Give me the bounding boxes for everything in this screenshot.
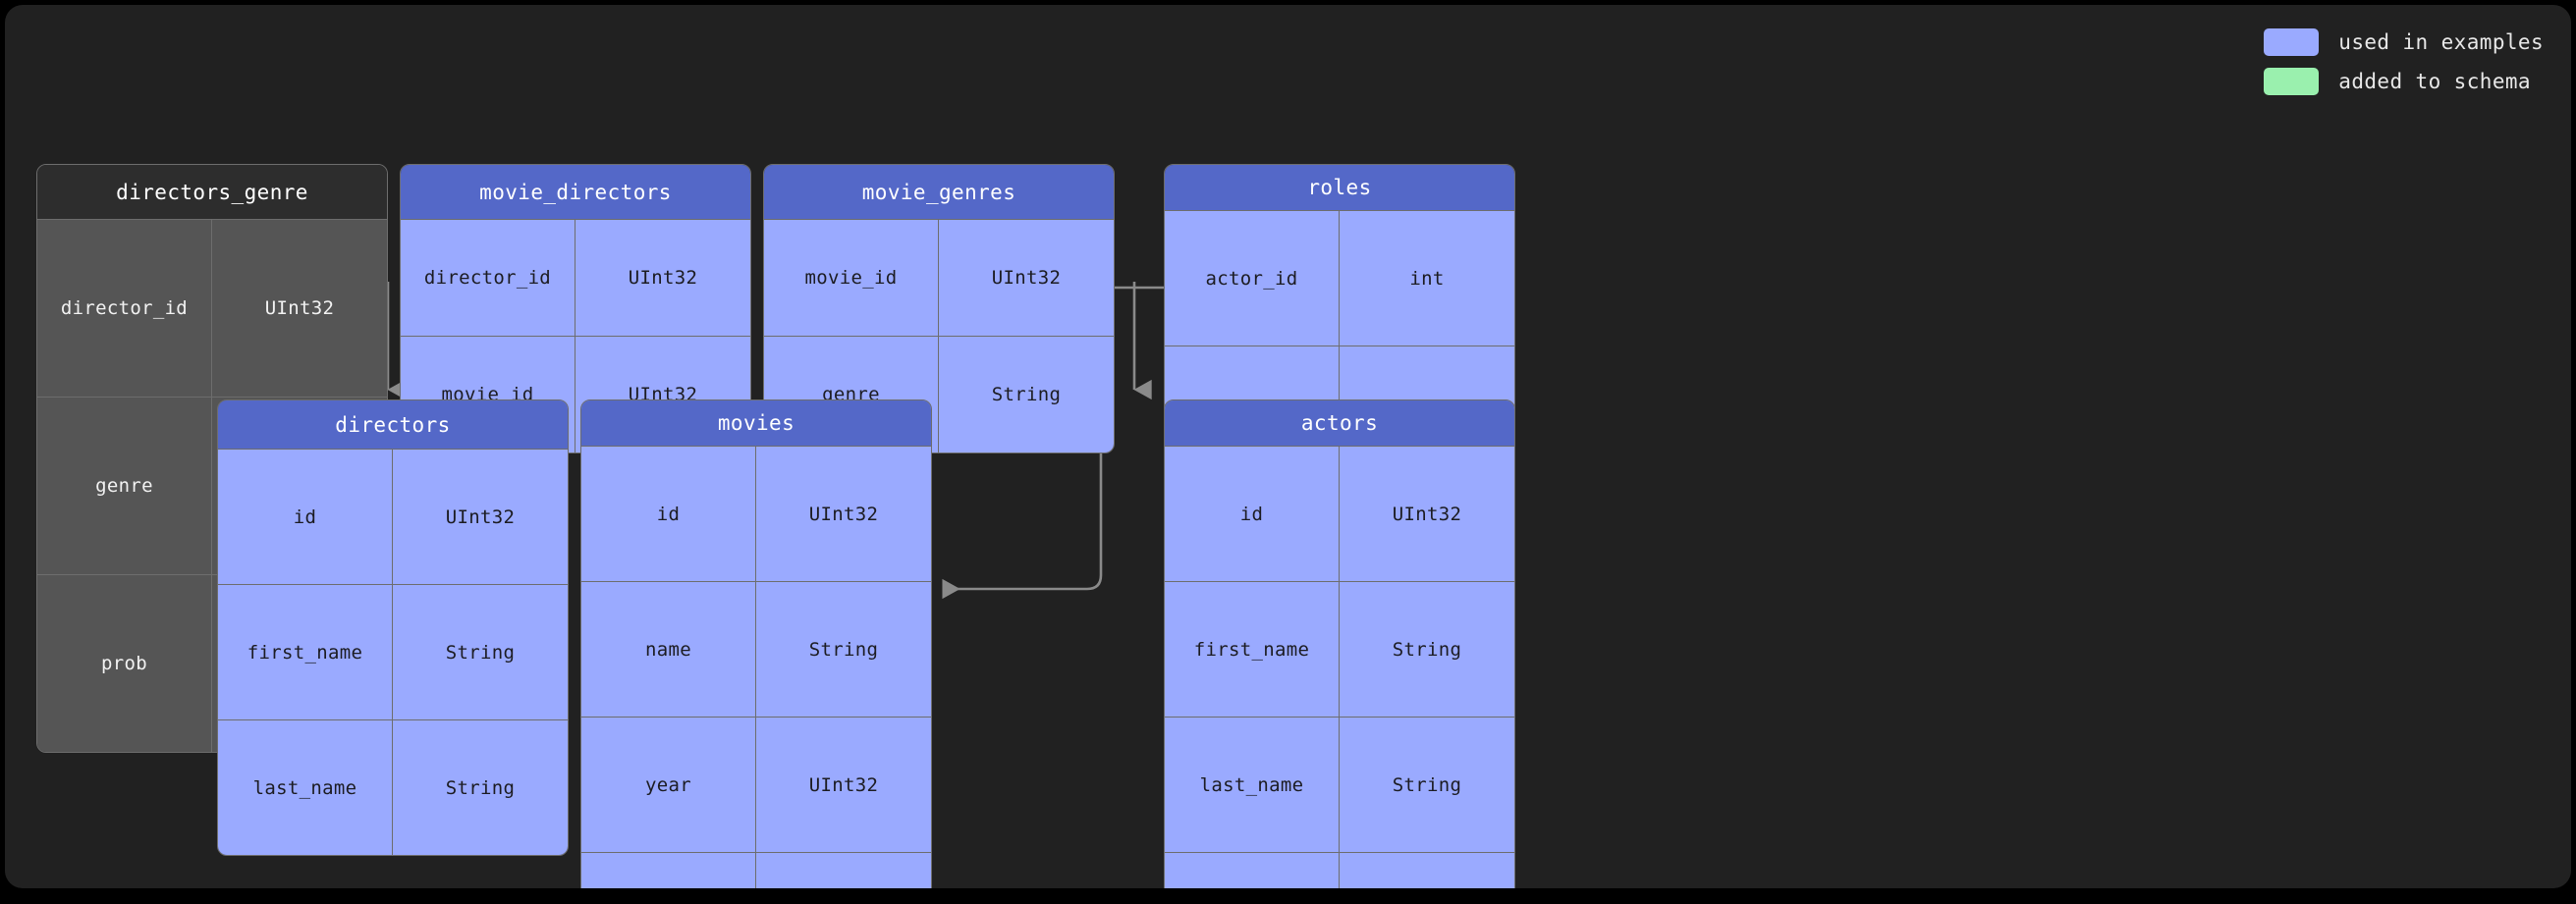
column-type-cell: UInt32 — [756, 718, 931, 852]
table-card-movies[interactable]: moviesidUInt32nameStringyearUInt32rankFl… — [580, 399, 932, 888]
column-type-cell: String — [393, 720, 568, 855]
legend-item-used-in-examples: used in examples — [2264, 28, 2544, 56]
column-type-cell: UInt32 — [575, 220, 750, 336]
table-row[interactable]: actor_idint — [1165, 210, 1514, 346]
column-type-cell: UInt32 — [212, 220, 387, 397]
table-title-movie_directors: movie_directors — [401, 165, 750, 219]
table-row[interactable]: rankFloat32 — [581, 852, 931, 888]
diagram-canvas: used in examples added to schema directo… — [5, 5, 2571, 888]
column-type-cell: UInt32 — [393, 450, 568, 584]
table-rows-directors: idUInt32first_nameStringlast_nameString — [218, 449, 568, 855]
column-type-cell: String — [1340, 718, 1514, 852]
column-type-cell: int — [1340, 211, 1514, 346]
column-type-cell: String — [1340, 582, 1514, 717]
table-row[interactable]: first_nameString — [218, 584, 568, 719]
legend-label-used-in-examples: used in examples — [2338, 30, 2544, 54]
column-name-cell: id — [1165, 447, 1340, 581]
table-row[interactable]: genderFixedString(1) — [1165, 852, 1514, 888]
column-type-cell: UInt32 — [1340, 447, 1514, 581]
column-name-cell: genre — [37, 398, 212, 574]
table-title-movie_genres: movie_genres — [764, 165, 1114, 219]
column-name-cell: name — [581, 582, 756, 717]
table-row[interactable]: idUInt32 — [581, 446, 931, 581]
table-row[interactable]: idUInt32 — [1165, 446, 1514, 581]
column-type-cell: Float32 — [756, 853, 931, 888]
column-type-cell: String — [939, 337, 1114, 452]
table-title-directors_genre: directors_genre — [37, 165, 387, 219]
table-row[interactable]: idUInt32 — [218, 449, 568, 584]
column-name-cell: year — [581, 718, 756, 852]
column-type-cell: UInt32 — [939, 220, 1114, 336]
table-title-movies: movies — [581, 400, 931, 446]
column-name-cell: gender — [1165, 853, 1340, 888]
table-card-directors[interactable]: directorsidUInt32first_nameStringlast_na… — [217, 399, 569, 856]
column-name-cell: id — [218, 450, 393, 584]
column-name-cell: rank — [581, 853, 756, 888]
table-rows-actors: idUInt32first_nameStringlast_nameStringg… — [1165, 446, 1514, 888]
column-type-cell: String — [756, 582, 931, 717]
legend-item-added-to-schema: added to schema — [2264, 68, 2531, 95]
column-name-cell: prob — [37, 575, 212, 752]
column-name-cell: movie_id — [764, 220, 939, 336]
table-row[interactable]: movie_idUInt32 — [764, 219, 1114, 336]
column-name-cell: first_name — [218, 585, 393, 719]
table-row[interactable]: first_nameString — [1165, 581, 1514, 717]
column-name-cell: director_id — [37, 220, 212, 397]
color-swatch-icon-used-in-examples — [2264, 28, 2319, 56]
table-title-actors: actors — [1165, 400, 1514, 446]
table-card-actors[interactable]: actorsidUInt32first_nameStringlast_nameS… — [1164, 399, 1515, 888]
table-row[interactable]: nameString — [581, 581, 931, 717]
column-name-cell: first_name — [1165, 582, 1340, 717]
color-swatch-icon-added-to-schema — [2264, 68, 2319, 95]
table-row[interactable]: last_nameString — [1165, 717, 1514, 852]
legend-label-added-to-schema: added to schema — [2338, 70, 2531, 93]
column-name-cell: last_name — [218, 720, 393, 855]
column-name-cell: actor_id — [1165, 211, 1340, 346]
column-name-cell: id — [581, 447, 756, 581]
table-row[interactable]: yearUInt32 — [581, 717, 931, 852]
table-row[interactable]: director_idUInt32 — [37, 219, 387, 397]
column-type-cell: UInt32 — [756, 447, 931, 581]
column-type-cell: FixedString(1) — [1340, 853, 1514, 888]
table-row[interactable]: last_nameString — [218, 719, 568, 855]
table-rows-movies: idUInt32nameStringyearUInt32rankFloat32 — [581, 446, 931, 888]
legend: used in examples added to schema — [2264, 28, 2544, 95]
column-type-cell: String — [393, 585, 568, 719]
column-name-cell: director_id — [401, 220, 575, 336]
table-title-roles: roles — [1165, 165, 1514, 210]
table-title-directors: directors — [218, 400, 568, 449]
column-name-cell: last_name — [1165, 718, 1340, 852]
table-row[interactable]: director_idUInt32 — [401, 219, 750, 336]
